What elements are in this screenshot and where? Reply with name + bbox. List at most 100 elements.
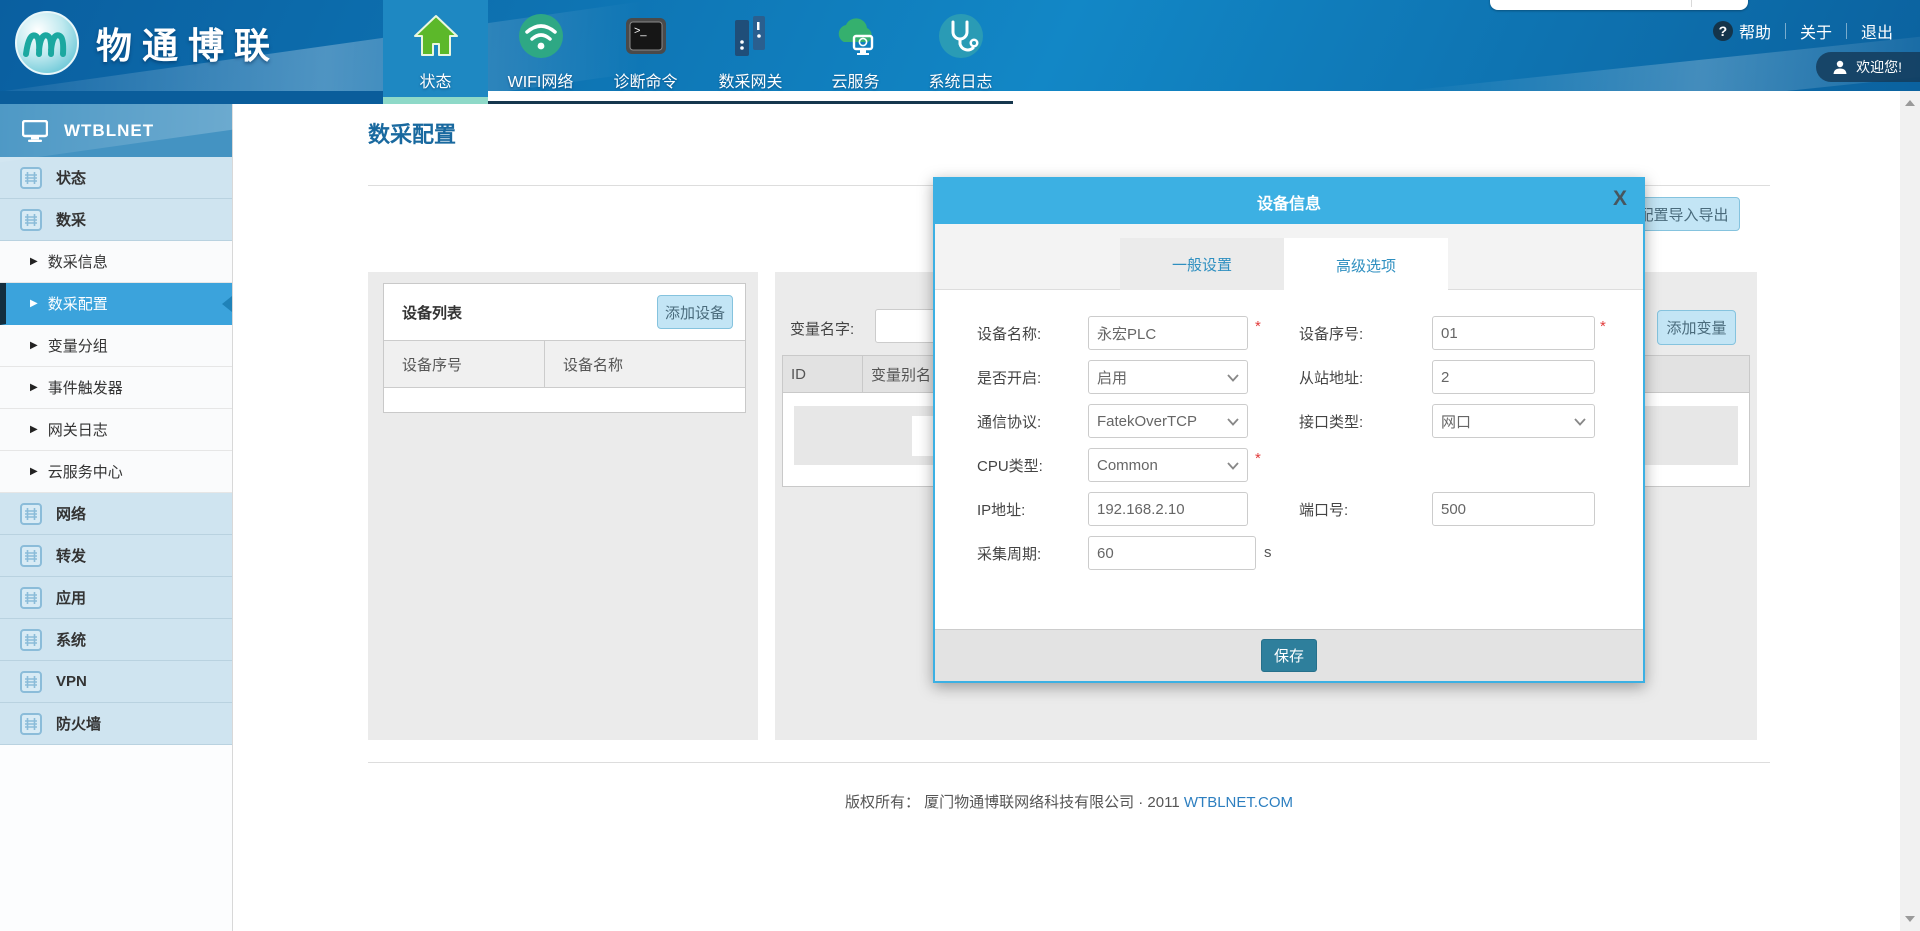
scroll-down-icon[interactable]	[1905, 916, 1915, 922]
ip-address-input[interactable]	[1088, 492, 1248, 526]
sidebar-item-firewall[interactable]: 防火墙	[0, 703, 232, 745]
device-panel: 设备列表 添加设备 设备序号 设备名称	[368, 272, 758, 740]
device-col-name: 设备名称	[545, 341, 623, 387]
add-device-button[interactable]: 添加设备	[657, 295, 733, 329]
protocol-select[interactable]: FatekOverTCP	[1088, 404, 1248, 438]
sidebar-item-dc-config[interactable]: ▶ 数采配置	[0, 283, 232, 325]
sidebar-title: WTBLNET	[64, 121, 154, 141]
divider	[1846, 23, 1847, 39]
copyright-text: 版权所有： 厦门物通博联网络科技有限公司 · 2011	[845, 794, 1180, 811]
field-label-enabled: 是否开启:	[977, 367, 1041, 388]
tab-advanced-options[interactable]: 高级选项	[1284, 238, 1448, 292]
field-label-device-name: 设备名称:	[977, 323, 1041, 344]
caret-right-icon: ▶	[30, 382, 38, 393]
page-title: 数采配置	[368, 117, 456, 149]
sidebar-header: WTBLNET	[0, 104, 232, 157]
required-asterisk: *	[1600, 318, 1606, 335]
help-icon[interactable]: ?	[1713, 21, 1733, 41]
brand-name: 物通博联	[96, 17, 280, 69]
field-label-protocol: 通信协议:	[977, 411, 1041, 432]
stethoscope-icon	[937, 12, 985, 60]
device-table-empty-row	[384, 388, 745, 412]
cloud-icon	[832, 12, 880, 60]
grid-icon	[20, 209, 42, 231]
browser-scrollbar[interactable]	[1900, 91, 1920, 931]
divider	[1785, 23, 1786, 39]
sidebar-item-gateway-log[interactable]: ▶ 网关日志	[0, 409, 232, 451]
device-table-header: 设备序号 设备名称	[384, 340, 745, 388]
app-window: 物通博联 ? 帮助 关于 退出 欢迎您! 状态	[0, 0, 1920, 931]
field-label-port: 端口号:	[1299, 499, 1348, 520]
home-icon	[412, 12, 460, 60]
seconds-unit-label: s	[1264, 544, 1272, 561]
chevron-down-icon	[1227, 462, 1239, 470]
sidebar-item-application[interactable]: 应用	[0, 577, 232, 619]
sidebar-item-cloud-center[interactable]: ▶ 云服务中心	[0, 451, 232, 493]
field-label-slave-address: 从站地址:	[1299, 367, 1363, 388]
sidebar-item-forwarding[interactable]: 转发	[0, 535, 232, 577]
nav-item-status[interactable]: 状态	[383, 0, 488, 101]
sidebar-item-variable-group[interactable]: ▶ 变量分组	[0, 325, 232, 367]
divider	[368, 762, 1770, 763]
page-footer: 版权所有： 厦门物通博联网络科技有限公司 · 2011 WTBLNET.COM	[368, 791, 1770, 812]
logout-link[interactable]: 退出	[1861, 19, 1893, 43]
nav-item-diagnostic[interactable]: >_ 诊断命令	[593, 0, 698, 101]
caret-right-icon: ▶	[30, 256, 38, 267]
welcome-badge[interactable]: 欢迎您!	[1816, 52, 1920, 82]
variable-search-label: 变量名字:	[790, 318, 854, 339]
add-variable-button[interactable]: 添加变量	[1657, 310, 1736, 345]
monitor-icon	[22, 120, 48, 142]
grid-icon	[20, 545, 42, 567]
browser-autofill-remnant	[1490, 0, 1748, 10]
sidebar-item-data-collection[interactable]: 数采	[0, 199, 232, 241]
sidebar: WTBLNET 状态 数采 ▶ 数采信息 ▶ 数采配置 ▶ 变量分组 ▶ 事件触…	[0, 104, 233, 931]
interface-type-select[interactable]: 网口	[1432, 404, 1595, 438]
main-nav: 状态 WIFI网络 >_ 诊断命令	[383, 0, 1013, 104]
close-icon[interactable]: X	[1613, 187, 1627, 211]
caret-right-icon: ▶	[30, 298, 38, 309]
field-label-ip-address: IP地址:	[977, 499, 1025, 520]
sidebar-item-event-trigger[interactable]: ▶ 事件触发器	[0, 367, 232, 409]
grid-icon	[20, 503, 42, 525]
sidebar-item-vpn[interactable]: VPN	[0, 661, 232, 703]
grid-icon	[20, 167, 42, 189]
brand-area: 物通博联	[14, 10, 280, 76]
device-name-input[interactable]	[1088, 316, 1248, 350]
grid-icon	[20, 629, 42, 651]
save-button[interactable]: 保存	[1261, 639, 1317, 672]
scroll-up-icon[interactable]	[1905, 100, 1915, 106]
nav-item-syslog[interactable]: 系统日志	[908, 0, 1013, 101]
nav-item-cloud[interactable]: 云服务	[803, 0, 908, 101]
required-asterisk: *	[1255, 450, 1261, 467]
device-serial-input[interactable]	[1432, 316, 1595, 350]
about-link[interactable]: 关于	[1800, 19, 1832, 43]
top-links: ? 帮助 关于 退出	[1713, 19, 1893, 43]
cpu-type-select[interactable]: Common	[1088, 448, 1248, 482]
caret-right-icon: ▶	[30, 424, 38, 435]
modal-form: 设备名称: * 设备序号: * 是否开启: 启用 从站地址: 通信协议:	[935, 290, 1643, 629]
enabled-select[interactable]: 启用	[1088, 360, 1248, 394]
topbar-extension	[0, 91, 383, 104]
field-label-cpu-type: CPU类型:	[977, 455, 1043, 476]
chevron-down-icon	[1227, 374, 1239, 382]
nav-item-gateway[interactable]: 数采网关	[698, 0, 803, 101]
gateway-icon	[727, 12, 775, 60]
poll-period-input[interactable]	[1088, 536, 1256, 570]
grid-icon	[20, 671, 42, 693]
user-icon	[1832, 59, 1848, 75]
help-link[interactable]: 帮助	[1739, 19, 1771, 43]
sidebar-item-network[interactable]: 网络	[0, 493, 232, 535]
grid-icon	[20, 713, 42, 735]
tab-general-settings[interactable]: 一般设置	[1120, 238, 1284, 290]
sidebar-item-dc-info[interactable]: ▶ 数采信息	[0, 241, 232, 283]
sidebar-item-system[interactable]: 系统	[0, 619, 232, 661]
field-label-device-serial: 设备序号:	[1299, 323, 1363, 344]
caret-right-icon: ▶	[30, 466, 38, 477]
sidebar-item-status[interactable]: 状态	[0, 157, 232, 199]
device-col-serial: 设备序号	[384, 341, 545, 387]
slave-address-input[interactable]	[1432, 360, 1595, 394]
footer-link[interactable]: WTBLNET.COM	[1184, 794, 1293, 811]
nav-item-wifi[interactable]: WIFI网络	[488, 0, 593, 101]
port-input[interactable]	[1432, 492, 1595, 526]
device-info-modal: 设备信息 X 一般设置 高级选项 设备名称: * 设备序号: * 是否开启: 启…	[933, 177, 1645, 683]
